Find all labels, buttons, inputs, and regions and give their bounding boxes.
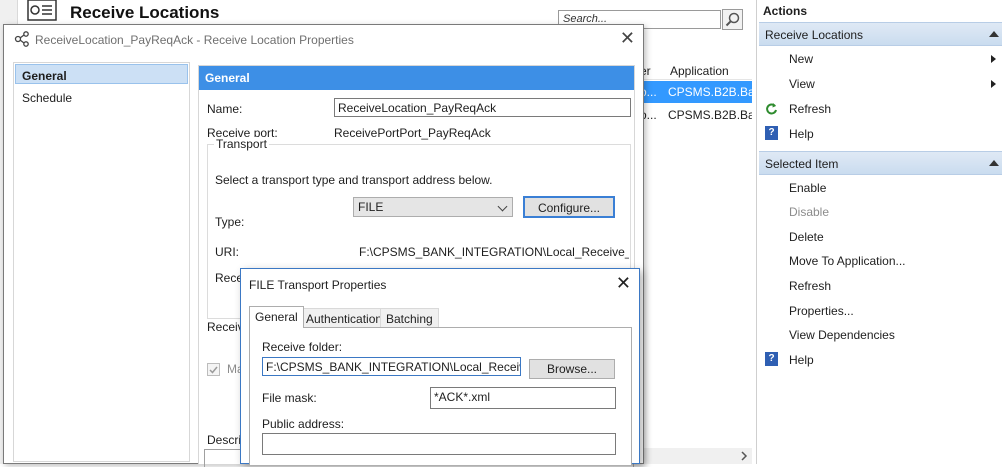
file-mask-label: File mask:: [262, 391, 317, 405]
action-view[interactable]: View: [789, 77, 815, 91]
uri-label: URI:: [215, 245, 239, 259]
collapse-icon[interactable]: [989, 160, 999, 166]
transport-type-value: FILE: [358, 200, 384, 214]
page-title: Receive Locations: [70, 3, 220, 22]
action-move-to-application[interactable]: Move To Application...: [789, 254, 906, 268]
transport-hint: Select a transport type and transport ad…: [215, 173, 493, 187]
property-nav: General Schedule: [13, 62, 190, 462]
file-transport-properties-dialog: FILE Transport Properties ✕ General Auth…: [240, 268, 640, 465]
transport-type-select[interactable]: FILE: [353, 197, 513, 217]
receive-handler-label: Rece: [215, 271, 244, 285]
receive-folder-field[interactable]: F:\CPSMS_BANK_INTEGRATION\Local_Receive_…: [262, 357, 521, 376]
results-column-header: er Application: [640, 60, 752, 80]
actions-pane-title: Actions: [763, 4, 808, 18]
action-help-item[interactable]: Help: [789, 353, 814, 367]
receive-pipeline-label: Receiv: [207, 320, 244, 334]
browse-button[interactable]: Browse...: [529, 359, 615, 379]
action-help[interactable]: Help: [789, 127, 814, 141]
action-enable[interactable]: Enable: [789, 181, 826, 195]
configure-button[interactable]: Configure...: [523, 196, 615, 218]
table-cell-application: CPSMS.B2B.Ban: [668, 108, 752, 122]
dialog-title: ReceiveLocation_PayReqAck - Receive Loca…: [35, 33, 354, 47]
chevron-right-icon[interactable]: [740, 451, 748, 461]
action-refresh[interactable]: Refresh: [789, 102, 831, 116]
receive-locations-icon: [27, 0, 57, 21]
section-header-label: Selected Item: [765, 157, 839, 171]
section-header-receive-locations[interactable]: Receive Locations: [759, 22, 1002, 46]
column-header-application[interactable]: Application: [670, 64, 729, 78]
submenu-arrow-icon: [991, 55, 996, 63]
transport-legend: Transport: [214, 137, 269, 151]
tab-batching[interactable]: Batching: [380, 308, 439, 328]
pane-header: General: [199, 66, 634, 90]
actions-pane: Actions Receive Locations New View Refre…: [756, 0, 1002, 464]
section-header-label: Receive Locations: [765, 28, 864, 42]
checkmark-icon: [209, 366, 218, 374]
chevron-down-icon: [497, 201, 508, 212]
name-label: Name:: [207, 102, 243, 116]
action-view-dependencies[interactable]: View Dependencies: [789, 328, 895, 342]
name-field[interactable]: ReceiveLocation_PayReqAck: [334, 98, 631, 117]
close-icon[interactable]: ✕: [620, 29, 635, 47]
nav-item-schedule[interactable]: Schedule: [22, 91, 72, 105]
file-mask-field[interactable]: *ACK*.xml: [430, 387, 616, 409]
tab-authentication[interactable]: Authentication: [300, 308, 389, 328]
table-cell-application: CPSMS.B2B.Ban: [668, 85, 752, 99]
uri-value: F:\CPSMS_BANK_INTEGRATION\Local_Receive_…: [359, 245, 629, 259]
search-button[interactable]: [722, 9, 743, 30]
action-properties[interactable]: Properties...: [789, 304, 854, 318]
table-row[interactable]: o... CPSMS.B2B.Ban: [640, 104, 752, 126]
receive-location-icon: [14, 31, 29, 47]
action-refresh-item[interactable]: Refresh: [789, 279, 831, 293]
action-new[interactable]: New: [789, 52, 813, 66]
nav-item-general[interactable]: General: [15, 64, 188, 84]
dialog-title: FILE Transport Properties: [249, 278, 387, 292]
public-address-label: Public address:: [262, 417, 345, 431]
help-icon: ?: [765, 126, 778, 140]
action-delete[interactable]: Delete: [789, 230, 824, 244]
table-row-selected[interactable]: o... CPSMS.B2B.Ban: [640, 81, 752, 103]
action-disable: Disable: [789, 205, 830, 219]
horizontal-scrollbar[interactable]: [640, 448, 752, 464]
collapse-icon[interactable]: [989, 31, 999, 37]
close-icon[interactable]: ✕: [616, 274, 631, 292]
receive-folder-label: Receive folder:: [262, 340, 343, 354]
tab-general[interactable]: General: [249, 306, 304, 328]
section-header-selected-item[interactable]: Selected Item: [759, 151, 1002, 175]
make-checkbox[interactable]: [207, 363, 220, 376]
refresh-icon: [766, 103, 777, 115]
public-address-field[interactable]: [262, 433, 616, 455]
receive-port-value: ReceivePortPort_PayReqAck: [334, 126, 491, 140]
search-icon: [725, 12, 740, 27]
submenu-arrow-icon: [991, 80, 996, 88]
help-icon: ?: [765, 352, 778, 366]
type-label: Type:: [215, 215, 245, 229]
